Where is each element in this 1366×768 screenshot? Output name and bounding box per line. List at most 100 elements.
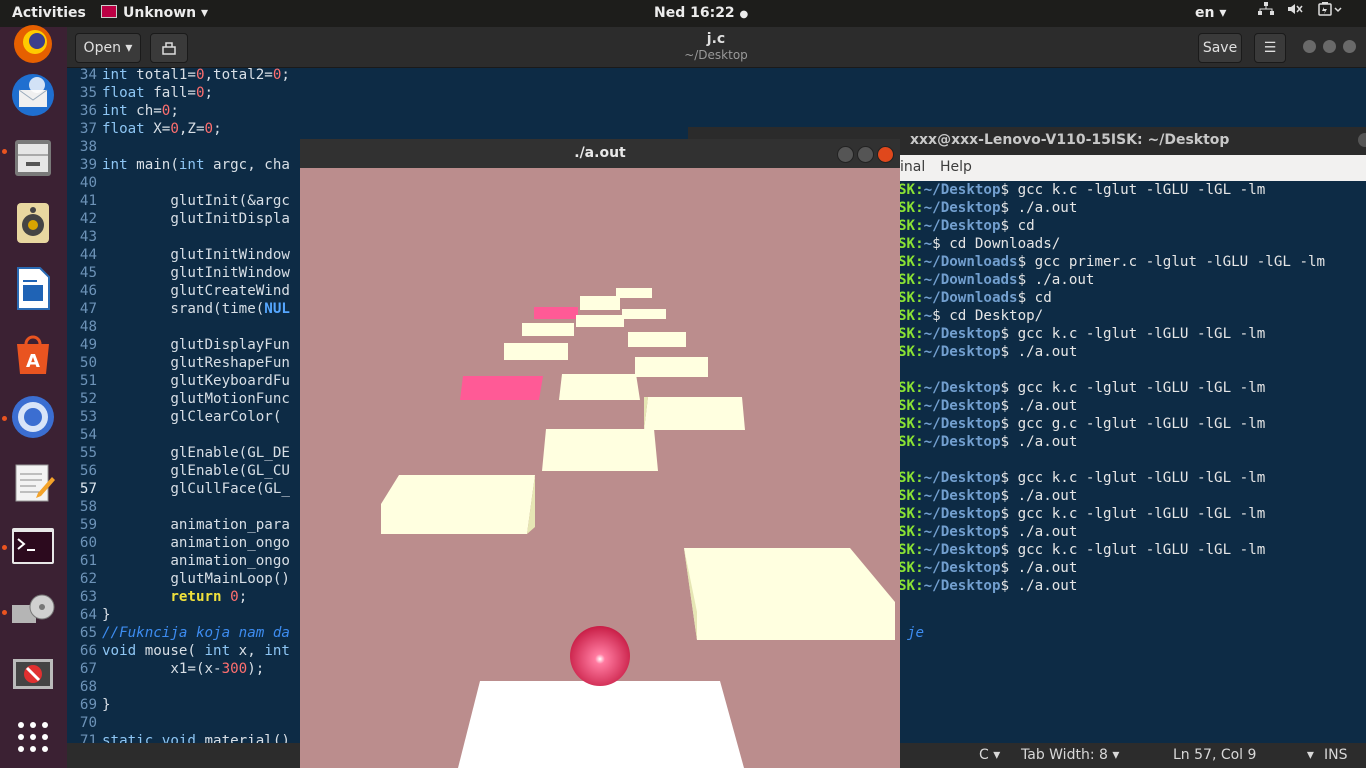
line-number: 46 xyxy=(79,283,97,299)
open-button[interactable]: Open ▾ xyxy=(75,33,141,63)
app-menu-icon xyxy=(101,5,117,18)
svg-text:A: A xyxy=(26,351,40,372)
cursor-position[interactable]: Ln 57, Col 9 ▾ xyxy=(1173,743,1314,768)
line-number: 62 xyxy=(79,571,97,587)
line-number: 45 xyxy=(79,265,97,281)
line-number: 39 xyxy=(79,157,97,173)
tab-width-label: Tab Width: 8 xyxy=(1021,747,1108,763)
language-selector[interactable]: C ▾ xyxy=(979,743,1000,768)
chevron-down-icon: ▾ xyxy=(1112,747,1120,763)
ball xyxy=(570,626,630,686)
game-title: ./a.out xyxy=(574,145,626,161)
tab-width-selector[interactable]: Tab Width: 8 ▾ xyxy=(1021,743,1119,768)
code-line: glEnable(GL_CU xyxy=(102,463,290,479)
new-document-icon xyxy=(162,42,176,55)
code-line: int total1=0,total2=0; xyxy=(102,67,290,83)
hamburger-menu-button[interactable]: ☰ xyxy=(1254,33,1286,63)
terminal-icon[interactable] xyxy=(8,521,58,571)
network-icon[interactable] xyxy=(1257,0,1275,27)
line-number: 57 xyxy=(79,481,97,497)
platform xyxy=(635,357,708,377)
language-indicator[interactable]: en ▾ xyxy=(1195,0,1226,27)
chromium-icon[interactable] xyxy=(8,392,58,442)
terminal-line: SK:~/Desktop$ ./a.out xyxy=(898,578,1078,594)
thunderbird-icon[interactable] xyxy=(8,70,58,120)
line-number: 41 xyxy=(79,193,97,209)
code-line: glutInitDispla xyxy=(102,211,290,227)
code-line: int main(int argc, cha xyxy=(102,157,290,173)
terminal-title: xxx@xxx-Lenovo-V110-15ISK: ~/Desktop xyxy=(910,132,1230,148)
terminal-line: SK:~/Desktop$ gcc k.c -lglut -lGLU -lGL … xyxy=(898,506,1266,522)
volume-muted-icon[interactable] xyxy=(1286,0,1304,27)
document-path: ~/Desktop xyxy=(684,48,748,62)
terminal-line: SK:~/Desktop$ gcc k.c -lglut -lGLU -lGL … xyxy=(898,470,1266,486)
notification-dot-icon: ● xyxy=(739,9,749,20)
show-apps-icon[interactable] xyxy=(8,712,58,762)
line-number: 38 xyxy=(79,139,97,155)
clock[interactable]: Ned 16:22 ● xyxy=(654,0,748,27)
editor-header: Open ▾ j.c ~/Desktop Save ☰ xyxy=(67,27,1366,68)
terminal-line: SK:~/Desktop$ ./a.out xyxy=(898,524,1078,540)
code-line: int ch=0; xyxy=(102,103,179,119)
code-line: float X=0,Z=0; xyxy=(102,121,222,137)
code-line: glutInit(&argc xyxy=(102,193,290,209)
line-number: 51 xyxy=(79,373,97,389)
software-center-icon[interactable]: A xyxy=(8,328,58,378)
line-number: 59 xyxy=(79,517,97,533)
close-icon[interactable] xyxy=(1343,40,1356,53)
clock-label: Ned 16:22 xyxy=(654,5,735,21)
rhythmbox-icon[interactable] xyxy=(8,197,58,247)
close-icon[interactable] xyxy=(877,146,894,163)
terminal-line: SK:~/Desktop$ ./a.out xyxy=(898,560,1078,576)
terminal-line: SK:~/Desktop$ ./a.out xyxy=(898,344,1078,360)
terminal-line: SK:~/Desktop$ ./a.out xyxy=(898,488,1078,504)
line-number: 44 xyxy=(79,247,97,263)
writer-icon[interactable] xyxy=(8,263,58,313)
code-line: glEnable(GL_DE xyxy=(102,445,290,461)
platform xyxy=(458,681,744,768)
new-document-button[interactable] xyxy=(150,33,188,63)
text-editor-icon[interactable] xyxy=(8,457,58,507)
terminal-line: SK:~/Desktop$ cd xyxy=(898,218,1035,234)
line-number: 37 xyxy=(79,121,97,137)
platform xyxy=(504,343,568,360)
files-icon[interactable] xyxy=(8,132,58,182)
line-number: 49 xyxy=(79,337,97,353)
line-number: 53 xyxy=(79,409,97,425)
code-line: glutInitWindow xyxy=(102,247,290,263)
platform xyxy=(542,429,658,471)
code-line: glutInitWindow xyxy=(102,265,290,281)
code-line: glutCreateWind xyxy=(102,283,290,299)
close-icon[interactable] xyxy=(1358,133,1366,147)
line-number: 70 xyxy=(79,715,97,731)
game-scene[interactable] xyxy=(300,168,900,768)
line-number: 64 xyxy=(79,607,97,623)
language-label: en xyxy=(1195,5,1215,21)
maximize-icon[interactable] xyxy=(857,146,874,163)
platform xyxy=(644,397,745,430)
minimize-icon[interactable] xyxy=(1303,40,1316,53)
code-line: glutDisplayFun xyxy=(102,337,290,353)
minimize-icon[interactable] xyxy=(837,146,854,163)
code-line: glCullFace(GL_ xyxy=(102,481,290,497)
line-number: 34 xyxy=(79,67,97,83)
maximize-icon[interactable] xyxy=(1323,40,1336,53)
code-line: return 0; xyxy=(170,589,248,605)
battery-icon[interactable] xyxy=(1317,0,1345,27)
code-line: animation_ongo xyxy=(102,553,290,569)
cursor-position-label: Ln 57, Col 9 xyxy=(1173,747,1257,763)
menu-terminal[interactable]: inal xyxy=(900,159,925,175)
line-number: 66 xyxy=(79,643,97,659)
save-button[interactable]: Save xyxy=(1198,33,1242,63)
menu-help[interactable]: Help xyxy=(940,159,972,175)
line-number: 65 xyxy=(79,625,97,641)
firefox-icon[interactable] xyxy=(8,19,58,69)
blocked-app-icon[interactable] xyxy=(8,649,58,699)
dock: A xyxy=(0,25,67,768)
line-number: 35 xyxy=(79,85,97,101)
pink-platform xyxy=(460,376,543,400)
platform xyxy=(580,296,620,310)
app-menu[interactable]: Unknown ▾ xyxy=(101,0,208,27)
line-number: 61 xyxy=(79,553,97,569)
usb-creator-icon[interactable] xyxy=(8,585,58,635)
